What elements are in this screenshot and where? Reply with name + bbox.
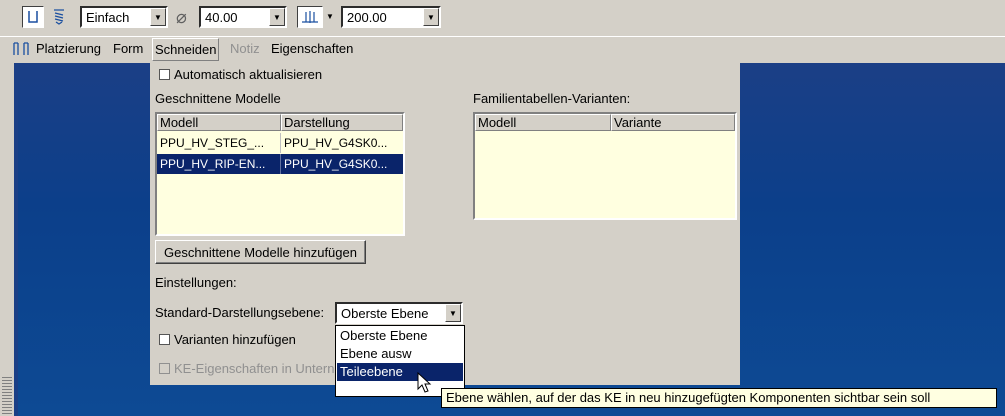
resize-handle[interactable] [2,375,12,416]
cell-model: PPU_HV_STEG_... [157,133,281,153]
add-variants-checkbox[interactable] [159,334,170,345]
cut-models-title: Geschnittene Modelle [155,91,281,106]
tab-cut[interactable]: Schneiden [152,38,220,61]
std-level-select[interactable]: Oberste Ebene ▼ [335,302,463,324]
left-sash [0,63,14,416]
hole-mode-select[interactable]: Einfach ▼ [80,6,168,28]
mouse-cursor-icon [417,372,432,393]
tab-placement[interactable]: Platzierung [36,41,101,56]
depth-input[interactable]: 200.00 ▼ [341,6,441,28]
auto-update-label: Automatisch aktualisieren [174,67,323,82]
chevron-down-icon[interactable]: ▼ [445,304,461,322]
hole-mode-value: Einfach [86,10,130,25]
depth-option-button[interactable] [297,6,323,28]
cell-representation: PPU_HV_G4SK0... [284,136,388,150]
column-header-variant[interactable]: Variante [611,114,735,131]
add-variants-label: Varianten hinzufügen [174,332,296,347]
column-header-model[interactable]: Modell [475,114,611,131]
tooltip: Ebene wählen, auf der das KE in neu hinz… [441,388,997,408]
column-header-representation[interactable]: Darstellung [281,114,403,131]
family-variants-table: Modell Variante [473,112,737,220]
hole-type-straight-button[interactable] [22,6,44,28]
hole-type-standard-button[interactable] [48,6,70,28]
family-table-title: Familientabellen-Varianten: [473,91,631,106]
left-sash-edge [14,63,18,416]
dashboard-tabs: Platzierung Form Schneiden Notiz Eigensc… [0,37,1005,63]
tab-properties[interactable]: Eigenschaften [271,41,353,56]
auto-update-checkbox[interactable] [159,69,170,80]
cell-model: PPU_HV_RIP-EN... [157,154,281,174]
tab-shape[interactable]: Form [113,41,143,56]
tab-note[interactable]: Notiz [230,41,260,56]
ke-props-label: KE-Eigenschaften in Untern [174,361,335,376]
std-level-dropdown-list: Oberste Ebene Ebene ausw Teileebene [335,325,465,397]
std-level-value: Oberste Ebene [341,306,429,321]
depth-option-chevron-icon[interactable]: ▼ [326,12,334,21]
depth-blind-icon [302,11,318,23]
dropdown-option-select-level[interactable]: Ebene ausw [337,345,463,363]
column-header-model[interactable]: Modell [157,114,281,131]
cell-representation: PPU_HV_G4SK0... [281,154,403,174]
dropdown-option-top-level[interactable]: Oberste Ebene [337,327,463,345]
chevron-down-icon[interactable]: ▼ [423,8,439,26]
diameter-input[interactable]: 40.00 ▼ [199,6,287,28]
cut-models-table: Modell Darstellung PPU_HV_STEG_... PPU_H… [155,112,405,236]
depth-value: 200.00 [347,10,387,25]
settings-label: Einstellungen: [155,275,237,290]
dropdown-option-part-level[interactable]: Teileebene [337,363,463,381]
standard-hole-icon [54,9,64,25]
ke-props-checkbox[interactable] [159,363,170,374]
chevron-down-icon[interactable]: ▼ [150,8,166,26]
placement-icon [13,42,29,55]
chevron-down-icon[interactable]: ▼ [269,8,285,26]
diameter-value: 40.00 [205,10,238,25]
feature-dashboard-toolbar: Einfach ▼ ⌀ 40.00 ▼ ▼ 200.00 ▼ [0,0,1005,37]
add-cut-models-button[interactable]: Geschnittene Modelle hinzufügen [155,240,366,264]
std-level-label: Standard-Darstellungsebene: [155,305,325,320]
straight-hole-icon [28,11,38,23]
diameter-icon: ⌀ [176,7,187,27]
